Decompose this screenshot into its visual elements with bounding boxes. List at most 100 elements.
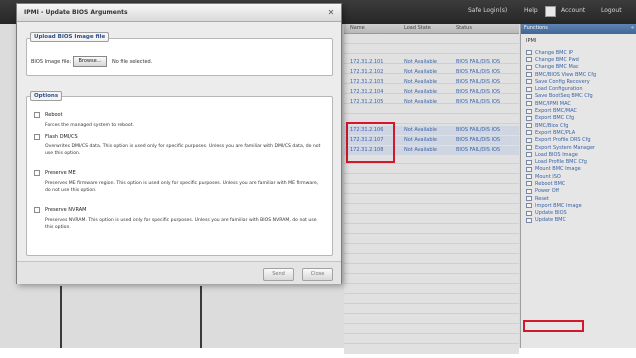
cell-state: Not Available <box>404 59 437 65</box>
tree-item-label: BMC/Bios Cfg <box>535 122 569 129</box>
send-button[interactable]: Send <box>263 268 294 281</box>
highlight-box-selected-rows <box>346 122 395 163</box>
cell-name: 172.31.2.104 <box>350 89 384 95</box>
dialog-title: IPMI - Update BIOS Arguments <box>24 9 128 16</box>
column-header[interactable]: Load State <box>404 25 431 31</box>
tree-item[interactable]: Export Profile DRS Cfg <box>526 137 634 144</box>
tree-item[interactable]: Export System Manager <box>526 144 634 151</box>
preserve-me-description: Preserves ME firmware region. This optio… <box>45 181 319 193</box>
tree-item[interactable]: Reset <box>526 195 634 202</box>
tree-item[interactable]: Change BMC Mac <box>526 64 634 71</box>
preserve-nvram-label: Preserve NVRAM <box>45 207 87 213</box>
tree-item-label: Save BootSeq BMC Cfg <box>535 93 593 100</box>
flash-dmics-checkbox[interactable] <box>34 134 40 140</box>
preserve-nvram-checkbox[interactable] <box>34 207 40 213</box>
tree-item[interactable]: BMC/BIOS View BMC Cfg <box>526 71 634 78</box>
function-icon <box>526 72 532 78</box>
function-icon <box>526 152 532 158</box>
tree-item[interactable]: Mount BMC Image <box>526 166 634 173</box>
close-button[interactable]: Close <box>302 268 333 281</box>
cell-name: 172.31.2.101 <box>350 59 384 65</box>
tree-item[interactable]: Change BMC Pwd <box>526 56 634 63</box>
flash-dmics-description: Overwrites DMI/CS data. This option is u… <box>45 144 321 156</box>
table-row[interactable]: 172.31.2.102 Not Available BIOS FAIL/DIS… <box>344 68 519 77</box>
browse-button[interactable]: Browse... <box>73 56 107 67</box>
table-row[interactable]: 172.31.2.103 Not Available BIOS FAIL/DIS… <box>344 78 519 87</box>
dialog-titlebar[interactable]: IPMI - Update BIOS Arguments ✕ <box>17 4 341 22</box>
tree-item[interactable]: Export BMC/MAC <box>526 107 634 114</box>
cell-state: Not Available <box>404 127 437 133</box>
tree-item-label: Update BMC <box>535 217 566 224</box>
tree-item-label: Export BMC Cfg <box>535 115 575 122</box>
tree-item-label: Export System Manager <box>535 144 596 151</box>
reboot-checkbox[interactable] <box>34 112 40 118</box>
tree-item[interactable]: Change BMC IP <box>526 49 634 56</box>
tree-root-ipmi[interactable]: IPMI <box>526 38 536 44</box>
column-header[interactable]: Name <box>350 25 365 31</box>
tree-item-label: Reboot BMC <box>535 180 566 187</box>
tree-item[interactable]: Mount ISO <box>526 173 634 180</box>
settings-icon[interactable] <box>545 6 556 17</box>
cell-state: Not Available <box>404 137 437 143</box>
tree-item-label: Reset <box>535 195 549 202</box>
close-icon[interactable]: ✕ <box>326 8 336 18</box>
update-bios-dialog: IPMI - Update BIOS Arguments ✕ Upload BI… <box>16 3 342 284</box>
tree-item[interactable]: Export BMC/PLA <box>526 129 634 136</box>
tree-header-title: Functions <box>524 25 548 31</box>
cell-status: BIOS FAIL/DIS IOS <box>456 79 501 85</box>
bios-image-file-label: BIOS Image file: <box>31 59 72 65</box>
tree-item-label: Load BIOS Image <box>535 151 578 158</box>
preserve-me-checkbox[interactable] <box>34 170 40 176</box>
function-icon <box>526 79 532 85</box>
function-icon <box>526 217 532 223</box>
tree-item[interactable]: Import BMC Image <box>526 202 634 209</box>
tree-item-label: Import BMC Image <box>535 202 582 209</box>
tree-item[interactable]: Update BIOS <box>526 210 634 217</box>
tree-item[interactable]: BMC/Bios Cfg <box>526 122 634 129</box>
cell-name: 172.31.2.102 <box>350 69 384 75</box>
tree-item[interactable]: Update BMC <box>526 217 634 224</box>
divider-line <box>200 286 202 348</box>
tree-item-label: Change BMC IP <box>535 49 574 56</box>
tree-item-label: Load Profile BMC Cfg <box>535 159 587 166</box>
tree-item-label: Export BMC/PLA <box>535 129 576 136</box>
account-link[interactable]: Account <box>561 7 585 14</box>
preserve-me-label: Preserve ME <box>45 170 76 176</box>
cell-state: Not Available <box>404 69 437 75</box>
cell-state: Not Available <box>404 89 437 95</box>
table-row[interactable]: 172.31.2.104 Not Available BIOS FAIL/DIS… <box>344 88 519 97</box>
logout-link[interactable]: Logout <box>601 7 622 14</box>
tree-item-label: Change BMC Mac <box>535 64 579 71</box>
reboot-label: Reboot <box>45 112 63 118</box>
function-icon <box>526 196 532 202</box>
tree-item[interactable]: Power Off <box>526 188 634 195</box>
tree-item[interactable]: Export BMC Cfg <box>526 115 634 122</box>
help-link[interactable]: Help <box>524 7 538 14</box>
cell-state: Not Available <box>404 99 437 105</box>
tree-item[interactable]: Load BIOS Image <box>526 151 634 158</box>
flash-dmics-label: Flash DMI/CS <box>45 134 78 140</box>
function-icon <box>526 210 532 216</box>
tree-item-label: BMC/IPMI MAC <box>535 100 571 107</box>
function-icon <box>526 101 532 107</box>
column-header[interactable]: Status <box>456 25 472 31</box>
tree-item[interactable]: Save Config Recovery <box>526 78 634 85</box>
tree-item[interactable]: BMC/IPMI MAC <box>526 100 634 107</box>
tree-item-label: Change BMC Pwd <box>535 56 579 63</box>
preserve-nvram-description: Preserves NVRAM. This option is used onl… <box>45 218 317 230</box>
options-fieldset <box>26 96 333 256</box>
function-icon <box>526 115 532 121</box>
tree-item[interactable]: Load Profile BMC Cfg <box>526 158 634 165</box>
function-icon <box>526 145 532 150</box>
divider-line <box>60 286 62 348</box>
table-row[interactable]: 172.31.2.105 Not Available BIOS FAIL/DIS… <box>344 98 519 107</box>
tree-item[interactable]: Save BootSeq BMC Cfg <box>526 93 634 100</box>
tree-item[interactable]: Reboot BMC <box>526 180 634 187</box>
cell-status: BIOS FAIL/DIS IOS <box>456 99 501 105</box>
tree-item[interactable]: Load Configuration <box>526 85 634 92</box>
function-icon <box>526 174 532 180</box>
table-row[interactable]: 172.31.2.101 Not Available BIOS FAIL/DIS… <box>344 58 519 67</box>
function-icon <box>526 57 532 63</box>
collapse-icon[interactable]: « <box>631 25 634 31</box>
function-icon <box>526 123 532 129</box>
